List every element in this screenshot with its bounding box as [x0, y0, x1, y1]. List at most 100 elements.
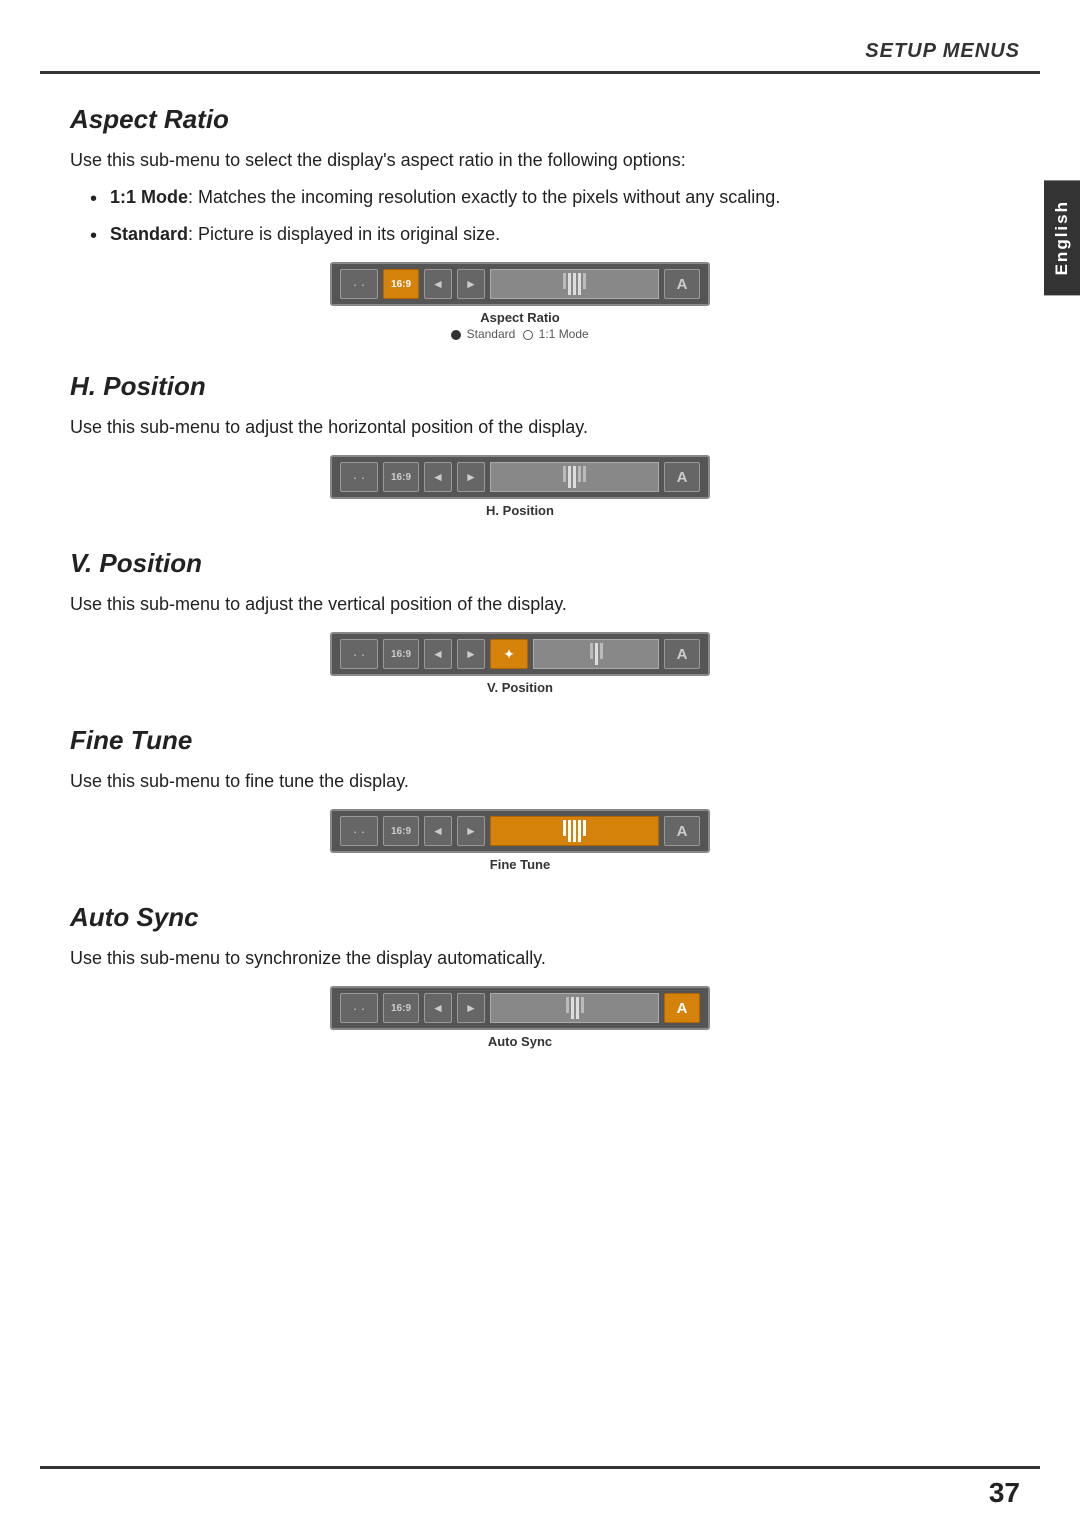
term-11mode: 1:1 Mode [110, 187, 188, 207]
osd-menu-fine-tune: · · 16:9 ◄ ► A [330, 809, 710, 853]
osd-ratio-cell-highlighted: 16:9 [383, 269, 419, 299]
bullet-standard: Standard: Picture is displayed in its or… [90, 221, 970, 248]
bar-s1 [563, 273, 566, 289]
auto-sync-title: Auto Sync [70, 902, 970, 933]
bar-as1 [566, 997, 569, 1013]
osd-nav-left-ft: ◄ [424, 816, 452, 846]
osd-auto-sync-label: Auto Sync [488, 1034, 552, 1049]
osd-aspect-ratio-sublabel: Standard 1:1 Mode [451, 327, 588, 341]
bar-h3 [573, 466, 576, 488]
fine-tune-title: Fine Tune [70, 725, 970, 756]
osd-nav-left: ◄ [424, 269, 452, 299]
bar-stripes-v [590, 643, 603, 665]
radio-dot-standard [451, 330, 461, 340]
osd-menu-h-position: · · 16:9 ◄ ► A [330, 455, 710, 499]
osd-a-cell: A [664, 269, 700, 299]
osd-a-cell-h: A [664, 462, 700, 492]
osd-nav-right-h: ► [457, 462, 485, 492]
osd-v-position-label: V. Position [487, 680, 553, 695]
bar-ft4 [578, 820, 581, 842]
osd-nav-left-h: ◄ [424, 462, 452, 492]
section-aspect-ratio: Aspect Ratio Use this sub-menu to select… [70, 104, 970, 341]
bar-s4 [578, 273, 581, 295]
osd-nav-right-ft: ► [457, 816, 485, 846]
osd-ratio-cell-h: 16:9 [383, 462, 419, 492]
radio-standard: Standard [451, 327, 515, 341]
osd-fine-tune: · · 16:9 ◄ ► A Fine [70, 809, 970, 872]
bar-ft3 [573, 820, 576, 842]
osd-icon-cell: · · [340, 269, 378, 299]
osd-v-position: · · 16:9 ◄ ► ✦ A V. Position [70, 632, 970, 695]
bar-h2 [568, 466, 571, 488]
bar-v2 [595, 643, 598, 665]
text-11mode: : Matches the incoming resolution exactl… [188, 187, 780, 207]
osd-bar-cell-ft-hl [490, 816, 659, 846]
radio-11mode: 1:1 Mode [523, 327, 588, 341]
osd-nav-left-v: ◄ [424, 639, 452, 669]
osd-ratio-cell-v: 16:9 [383, 639, 419, 669]
bar-as2 [571, 997, 574, 1019]
osd-h-position: · · 16:9 ◄ ► A H. Po [70, 455, 970, 518]
main-content: Aspect Ratio Use this sub-menu to select… [0, 74, 1040, 1119]
bar-as3 [576, 997, 579, 1019]
bar-ft1 [563, 820, 566, 836]
h-position-title: H. Position [70, 371, 970, 402]
fine-tune-desc: Use this sub-menu to fine tune the displ… [70, 768, 970, 795]
bar-ft5 [583, 820, 586, 836]
section-auto-sync: Auto Sync Use this sub-menu to synchroni… [70, 902, 970, 1049]
bar-stripes [563, 273, 586, 295]
osd-nav-right-v: ► [457, 639, 485, 669]
osd-ratio-cell-as: 16:9 [383, 993, 419, 1023]
setup-menus-title: SETUP MENUS [865, 40, 1020, 63]
bar-s3 [573, 273, 576, 295]
osd-ratio-cell-ft: 16:9 [383, 816, 419, 846]
osd-bar-cell-as [490, 993, 659, 1023]
v-position-desc: Use this sub-menu to adjust the vertical… [70, 591, 970, 618]
bar-v3 [600, 643, 603, 659]
section-fine-tune: Fine Tune Use this sub-menu to fine tune… [70, 725, 970, 872]
osd-a-cell-as-hl: A [664, 993, 700, 1023]
aspect-ratio-title: Aspect Ratio [70, 104, 970, 135]
osd-aspect-ratio-label: Aspect Ratio [480, 310, 559, 325]
page-container: SETUP MENUS English Aspect Ratio Use thi… [0, 0, 1080, 1529]
v-position-title: V. Position [70, 548, 970, 579]
bar-h4 [578, 466, 581, 482]
h-position-desc: Use this sub-menu to adjust the horizont… [70, 414, 970, 441]
osd-a-cell-v: A [664, 639, 700, 669]
bar-h1 [563, 466, 566, 482]
term-standard: Standard [110, 224, 188, 244]
osd-bar-cell-v [533, 639, 659, 669]
osd-auto-sync: · · 16:9 ◄ ► A Auto Sync [70, 986, 970, 1049]
osd-menu-v-position: · · 16:9 ◄ ► ✦ A [330, 632, 710, 676]
bar-s2 [568, 273, 571, 295]
bottom-divider [40, 1466, 1040, 1469]
aspect-ratio-bullets: 1:1 Mode: Matches the incoming resolutio… [90, 184, 970, 248]
osd-center-cell-v-hl: ✦ [490, 639, 528, 669]
text-standard: : Picture is displayed in its original s… [188, 224, 500, 244]
osd-icon-cell-ft: · · [340, 816, 378, 846]
osd-fine-tune-label: Fine Tune [490, 857, 550, 872]
osd-menu-aspect-ratio: · · 16:9 ◄ ► A [330, 262, 710, 306]
osd-a-cell-ft: A [664, 816, 700, 846]
osd-nav-left-as: ◄ [424, 993, 452, 1023]
osd-h-position-label: H. Position [486, 503, 554, 518]
bar-stripes-ft [563, 820, 586, 842]
section-v-position: V. Position Use this sub-menu to adjust … [70, 548, 970, 695]
english-tab: English [1044, 180, 1080, 295]
osd-aspect-ratio: · · 16:9 ◄ ► A Aspec [70, 262, 970, 341]
osd-icon-cell-v: · · [340, 639, 378, 669]
osd-icon-cell-h: · · [340, 462, 378, 492]
osd-nav-right: ► [457, 269, 485, 299]
section-h-position: H. Position Use this sub-menu to adjust … [70, 371, 970, 518]
bar-s5 [583, 273, 586, 289]
bar-stripes-as [566, 997, 584, 1019]
osd-bar-cell [490, 269, 659, 299]
bar-h5 [583, 466, 586, 482]
bar-as4 [581, 997, 584, 1013]
osd-bar-cell-h [490, 462, 659, 492]
bar-ft2 [568, 820, 571, 842]
osd-nav-right-as: ► [457, 993, 485, 1023]
bar-stripes-h [563, 466, 586, 488]
bar-v1 [590, 643, 593, 659]
osd-icon-cell-as: · · [340, 993, 378, 1023]
